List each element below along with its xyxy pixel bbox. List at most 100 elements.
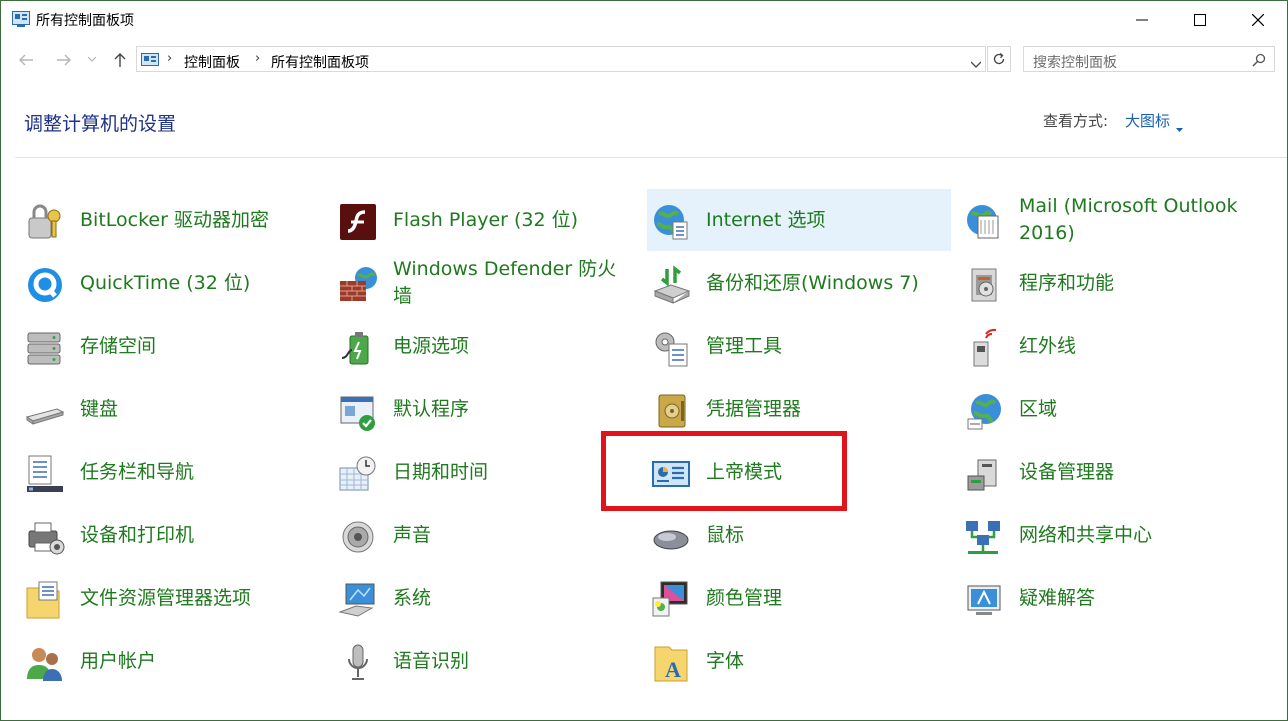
item-device-manager[interactable]: 设备管理器	[956, 441, 1266, 503]
maximize-button[interactable]	[1171, 1, 1229, 39]
item-storage-spaces[interactable]: 存储空间	[17, 315, 317, 377]
admin-tools-icon	[651, 328, 691, 368]
item-power-options[interactable]: 电源选项	[330, 315, 630, 377]
mouse-icon	[651, 517, 691, 557]
header-divider	[15, 157, 1287, 158]
search-box[interactable]: 搜索控制面板	[1023, 46, 1275, 72]
item-system[interactable]: 系统	[330, 567, 630, 629]
color-icon	[651, 580, 691, 620]
control-panel-icon	[12, 11, 30, 27]
item-label: 任务栏和导航	[80, 460, 195, 483]
storage-icon	[25, 328, 65, 368]
item-label: 程序和功能	[1019, 271, 1115, 294]
item-fonts[interactable]: A 字体	[643, 630, 943, 692]
region-icon	[964, 391, 1004, 431]
chevron-down-icon	[88, 57, 96, 62]
up-button[interactable]	[109, 50, 131, 70]
infrared-icon	[964, 328, 1004, 368]
item-folder-options[interactable]: 文件资源管理器选项	[17, 567, 317, 629]
item-sound[interactable]: 声音	[330, 504, 630, 566]
breadcrumb-all-items[interactable]: 所有控制面板项	[271, 52, 369, 72]
backup-icon	[651, 265, 691, 305]
item-user-accounts[interactable]: 用户帐户	[17, 630, 317, 692]
navigation-bar: › 控制面板 › 所有控制面板项 搜索控制面板	[1, 44, 1287, 76]
keyboard-icon	[25, 391, 65, 431]
default-programs-icon	[338, 391, 378, 431]
item-programs-features[interactable]: 程序和功能	[956, 252, 1266, 314]
forward-button[interactable]	[53, 50, 75, 70]
item-date-time[interactable]: 日期和时间	[330, 441, 630, 503]
item-label: 凭据管理器	[706, 397, 802, 420]
back-button[interactable]	[15, 50, 37, 70]
item-quicktime[interactable]: QuickTime (32 位)	[17, 252, 317, 314]
highlight-box	[601, 431, 847, 511]
item-internet-options[interactable]: Internet 选项	[647, 189, 951, 251]
breadcrumb-separator-icon[interactable]: ›	[255, 51, 260, 66]
taskbar-icon	[25, 454, 65, 494]
item-admin-tools[interactable]: 管理工具	[643, 315, 943, 377]
item-taskbar-navigation[interactable]: 任务栏和导航	[17, 441, 317, 503]
forward-arrow-icon	[57, 54, 71, 66]
title-bar: 所有控制面板项	[1, 1, 1287, 39]
close-icon	[1252, 14, 1264, 26]
view-by-dropdown[interactable]: 大图标	[1125, 110, 1170, 131]
control-panel-window: 所有控制面板项 › 控制面板 › 所有控制面板项 搜索控制面板 调整计算机的设置…	[0, 0, 1288, 721]
item-color-management[interactable]: 颜色管理	[643, 567, 943, 629]
device-manager-icon	[964, 454, 1004, 494]
item-label: 语音识别	[393, 649, 470, 672]
item-backup-restore[interactable]: 备份和还原(Windows 7)	[643, 252, 943, 314]
refresh-button[interactable]	[987, 46, 1011, 72]
item-devices-printers[interactable]: 设备和打印机	[17, 504, 317, 566]
page-title: 调整计算机的设置	[24, 113, 177, 135]
item-default-programs[interactable]: 默认程序	[330, 378, 630, 440]
printer-icon	[25, 517, 65, 557]
item-label: 备份和还原(Windows 7)	[706, 271, 919, 294]
item-region[interactable]: 区域	[956, 378, 1266, 440]
item-infrared[interactable]: 红外线	[956, 315, 1266, 377]
item-label: 系统	[393, 586, 432, 609]
internet-globe-icon	[651, 202, 691, 242]
item-label: 鼠标	[706, 523, 745, 546]
item-speech-recognition[interactable]: 语音识别	[330, 630, 630, 692]
item-bitlocker[interactable]: BitLocker 驱动器加密	[17, 189, 317, 251]
datetime-icon	[338, 454, 378, 494]
troubleshoot-icon	[964, 580, 1004, 620]
back-arrow-icon	[19, 54, 33, 66]
item-mail[interactable]: Mail (Microsoft Outlook 2016)	[956, 189, 1266, 251]
programs-icon	[964, 265, 1004, 305]
address-dropdown-icon[interactable]	[970, 53, 982, 72]
item-label: 文件资源管理器选项	[80, 586, 252, 609]
power-icon	[338, 328, 378, 368]
item-label: 设备和打印机	[80, 523, 195, 546]
address-bar[interactable]: › 控制面板 › 所有控制面板项	[136, 46, 986, 72]
item-label: 颜色管理	[706, 586, 783, 609]
refresh-icon	[993, 52, 1005, 65]
item-label: Mail (Microsoft Outlook 2016)	[1019, 195, 1238, 244]
recent-locations-button[interactable]	[85, 50, 99, 70]
item-firewall[interactable]: Windows Defender 防火墙	[330, 252, 630, 314]
minimize-button[interactable]	[1113, 1, 1171, 39]
item-label: 疑难解答	[1019, 586, 1096, 609]
breadcrumb-control-panel[interactable]: 控制面板	[184, 52, 240, 72]
item-troubleshooting[interactable]: 疑难解答	[956, 567, 1266, 629]
item-label: 用户帐户	[80, 649, 157, 672]
item-mouse[interactable]: 鼠标	[643, 504, 943, 566]
item-label: 电源选项	[393, 334, 470, 357]
item-label: QuickTime (32 位)	[80, 271, 251, 294]
breadcrumb-separator-icon: ›	[167, 51, 173, 66]
item-label: 存储空间	[80, 334, 157, 357]
microphone-icon	[338, 643, 378, 683]
item-network-sharing[interactable]: 网络和共享中心	[956, 504, 1266, 566]
item-label: BitLocker 驱动器加密	[80, 208, 269, 231]
bitlocker-icon	[25, 202, 65, 242]
item-label: 网络和共享中心	[1019, 523, 1153, 546]
item-keyboard[interactable]: 键盘	[17, 378, 317, 440]
item-flash-player[interactable]: Flash Player (32 位)	[330, 189, 630, 251]
item-label: Windows Defender 防火墙	[393, 258, 617, 307]
caret-down-icon[interactable]	[1176, 117, 1183, 136]
users-icon	[25, 643, 65, 683]
close-button[interactable]	[1229, 1, 1287, 39]
minimize-icon	[1136, 19, 1148, 21]
system-icon	[338, 580, 378, 620]
search-icon[interactable]	[1252, 52, 1266, 71]
